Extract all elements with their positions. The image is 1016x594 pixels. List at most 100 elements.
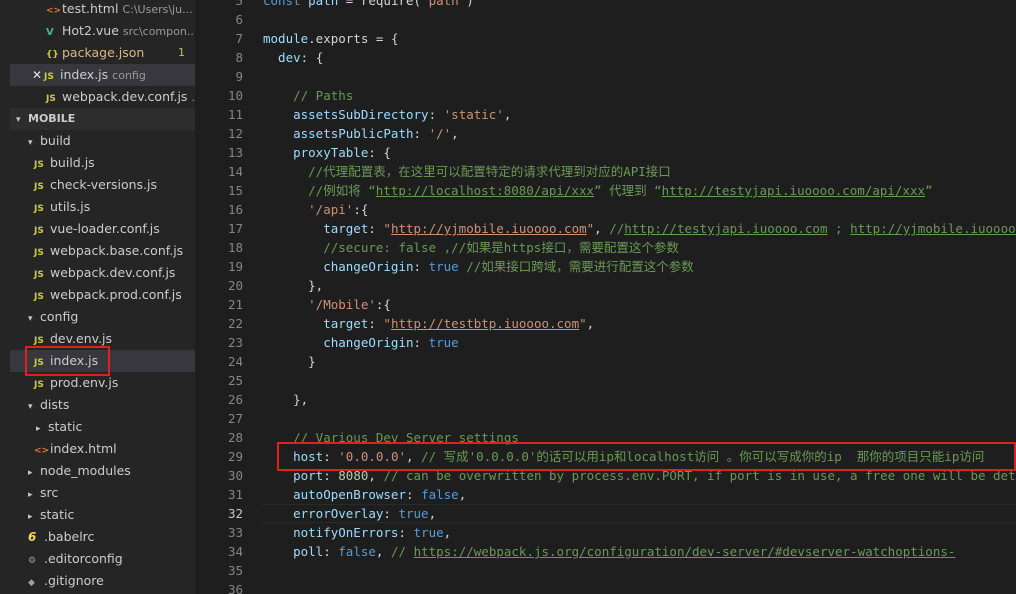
code-token: target [263, 221, 369, 236]
code-token: true [398, 506, 429, 521]
code-line[interactable]: '/Mobile':{ [263, 295, 391, 314]
line-number: 6 [235, 12, 243, 27]
code-token: autoOpenBrowser [263, 487, 406, 502]
code-line[interactable]: }, [263, 276, 323, 295]
file-item[interactable]: 6 .babelrc [10, 526, 195, 548]
file-item[interactable]: JS prod.env.js [10, 372, 195, 394]
code-editor[interactable]: 5 const path = require('path') 6 7 module.ex… [195, 0, 1016, 594]
open-editor-item[interactable]: {} package.json 1 [10, 42, 195, 64]
code-token: false [338, 544, 376, 559]
tree-item-label: .babelrc [44, 529, 95, 544]
close-icon[interactable]: ✕ [32, 64, 44, 86]
json-file-icon: {} [46, 50, 59, 60]
code-token: : [368, 316, 384, 331]
line-number: 23 [227, 335, 243, 350]
tree-item-label: check-versions.js [50, 177, 158, 192]
folder-item[interactable]: ▾ dists [10, 394, 195, 416]
folder-item[interactable]: ▾ config [10, 306, 195, 328]
code-line[interactable]: assetsPublicPath: '/', [263, 124, 459, 143]
code-token: // [390, 544, 414, 559]
file-item[interactable]: JS webpack.base.conf.js [10, 240, 195, 262]
code-line[interactable]: autoOpenBrowser: false, [263, 485, 466, 504]
explorer-section-mobile[interactable]: ▾ MOBILE [10, 108, 195, 130]
code-token: https://webpack.js.org/configuration/dev… [413, 544, 956, 559]
code-line[interactable]: }, [263, 390, 308, 409]
file-item[interactable]: <>index.html [10, 438, 195, 460]
file-item[interactable]: JS vue-loader.conf.js [10, 218, 195, 240]
file-item[interactable]: JS webpack.prod.conf.js [10, 284, 195, 306]
git-file-icon: ◆ [28, 578, 35, 588]
code-line[interactable]: } [263, 352, 316, 371]
code-line[interactable]: target: "http://testbtp.iuoooo.com", [263, 314, 594, 333]
js-file-icon: JS [34, 380, 44, 390]
code-line[interactable]: //代理配置表，在这里可以配置特定的请求代理到对应的API接口 [263, 162, 671, 181]
explorer-sidebar: <>test.html C:\Users\ju... V Hot2.vue src\co… [0, 0, 195, 594]
code-token: notifyOnErrors [263, 525, 399, 540]
code-line[interactable]: assetsSubDirectory: 'static', [263, 105, 511, 124]
line-number: 9 [235, 69, 243, 84]
tree-item-label: utils.js [50, 199, 91, 214]
line-number: 14 [227, 164, 243, 179]
code-line[interactable]: //secure: false ,//如果是https接口，需要配置这个参数 [263, 238, 679, 257]
code-line[interactable]: poll: false, // https://webpack.js.org/c… [263, 542, 955, 561]
code-line[interactable]: dev: { [263, 48, 323, 67]
chevron-down-icon: ▾ [28, 138, 33, 148]
file-item[interactable]: JS build.js [10, 152, 195, 174]
file-item[interactable]: ⚙ .editorconfig [10, 548, 195, 570]
code-line[interactable]: target: "http://yjmobile.iuoooo.com", //… [263, 219, 1016, 238]
code-token: , [594, 221, 610, 236]
code-token: , [443, 525, 452, 540]
problem-count-badge: 1 [178, 46, 185, 59]
code-token: : [383, 506, 399, 521]
folder-item[interactable]: ▸ static [10, 504, 195, 526]
folder-item[interactable]: ▸ node_modules [10, 460, 195, 482]
line-number: 13 [227, 145, 243, 160]
code-token: : [323, 544, 339, 559]
file-item[interactable]: JS utils.js [10, 196, 195, 218]
open-editor-item[interactable]: JSwebpack.dev.conf.js... [10, 86, 195, 108]
vue-file-icon: V [46, 27, 54, 38]
folder-item[interactable]: ▸ static [10, 416, 195, 438]
code-line[interactable]: module.exports = { [263, 29, 398, 48]
line-number: 25 [227, 373, 243, 388]
open-editor-path: C:\Users\ju... [122, 3, 193, 16]
folder-item[interactable]: ▸ src [10, 482, 195, 504]
section-title: MOBILE [28, 112, 76, 125]
code-token: ” 代理到 “ [594, 183, 662, 198]
tree-item-label: static [48, 419, 83, 434]
code-line[interactable]: changeOrigin: true [263, 333, 458, 352]
code-token: ) [466, 0, 474, 8]
code-line[interactable]: proxyTable: { [263, 143, 391, 162]
js-file-icon: JS [34, 182, 44, 192]
file-item[interactable]: JS check-versions.js [10, 174, 195, 196]
line-number: 21 [227, 297, 243, 312]
code-line[interactable]: // Paths [263, 86, 353, 105]
code-token: target [263, 316, 369, 331]
code-line[interactable]: const path = require('path') [263, 0, 474, 10]
open-editor-item[interactable]: ✕ JS index.js config [10, 64, 195, 86]
code-line[interactable]: '/api':{ [263, 200, 368, 219]
line-number: 19 [227, 259, 243, 274]
code-token: true [428, 259, 459, 274]
code-token: " [579, 316, 587, 331]
code-line[interactable]: changeOrigin: true //如果接口跨域，需要进行配置这个参数 [263, 257, 694, 276]
code-line[interactable]: notifyOnErrors: true, [263, 523, 451, 542]
folder-item[interactable]: ▾ build [10, 130, 195, 152]
open-editor-item[interactable]: <>test.html C:\Users\ju... [10, 0, 195, 20]
open-editor-label: package.json [62, 45, 145, 60]
code-token: http://yjmobile.iuoooo.com [390, 221, 587, 236]
file-item[interactable]: JS webpack.dev.conf.js [10, 262, 195, 284]
code-token: 'path' [421, 0, 467, 8]
line-number: 15 [227, 183, 243, 198]
code-token: " [383, 221, 391, 236]
code-token: ” [925, 183, 933, 198]
code-token: poll [263, 544, 324, 559]
code-line[interactable]: //例如将 “http://localhost:8080/api/xxx” 代理… [263, 181, 933, 200]
open-editor-item[interactable]: V Hot2.vue src\compon... [10, 20, 195, 42]
code-line[interactable]: errorOverlay: true, [263, 504, 436, 523]
open-editor-label: test.html [62, 1, 119, 16]
code-token: proxyTable [263, 145, 369, 160]
chevron-down-icon: ▾ [28, 314, 33, 324]
file-item[interactable]: ◆ .gitignore [10, 570, 195, 592]
code-token: //secure: false ,//如果是https接口，需要配置这个参数 [263, 240, 679, 255]
